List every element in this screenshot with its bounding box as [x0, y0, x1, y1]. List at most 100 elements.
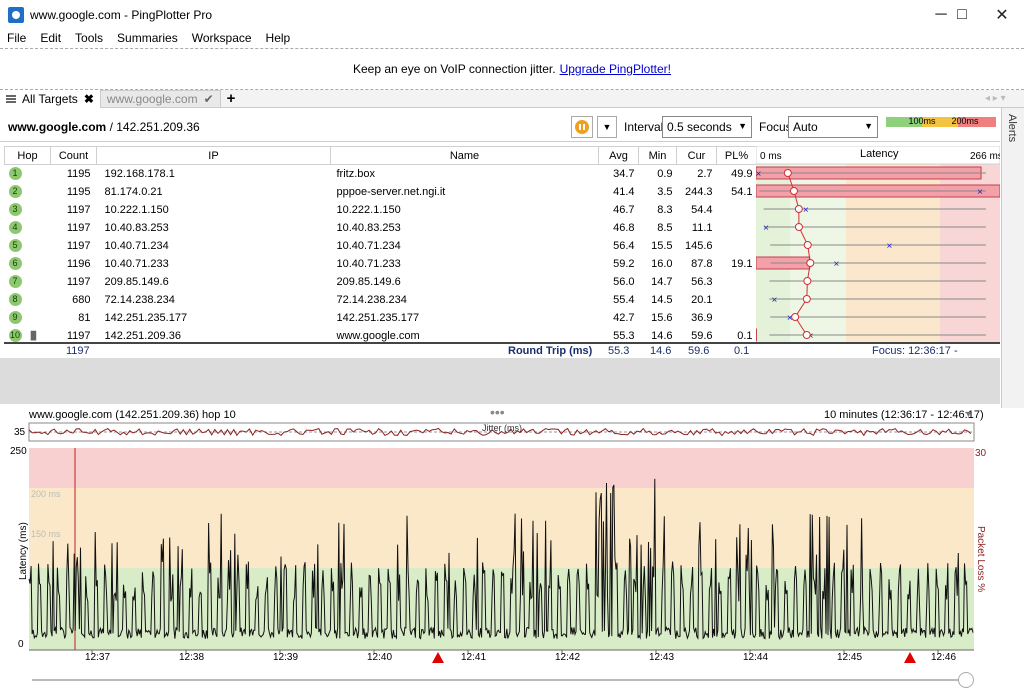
- col-count[interactable]: Count: [50, 146, 97, 165]
- col-min[interactable]: Min: [638, 146, 677, 165]
- menu-file[interactable]: File: [0, 30, 33, 48]
- close-button[interactable]: ✕: [979, 0, 1024, 30]
- name-value: pppoe-server.net.ngi.it: [336, 185, 446, 198]
- avg-value: 56.0: [613, 275, 635, 288]
- cell-name: 10.40.71.233: [331, 255, 599, 273]
- close-tab-icon[interactable]: ✖: [84, 92, 94, 106]
- pl-value: 49.9: [731, 167, 753, 180]
- name-value: 10.40.71.233: [336, 257, 401, 270]
- cell-min: 8.5: [639, 219, 677, 237]
- pause-button[interactable]: [571, 116, 593, 138]
- window-title: www.google.com - PingPlotter Pro: [30, 8, 213, 22]
- x-tick-label: 12:43: [649, 652, 674, 663]
- table-row[interactable]: 1 1195 192.168.178.1 fritz.box 34.7 0.9 2.7 49.…: [5, 165, 757, 183]
- table-row[interactable]: 9 81 142.251.235.177 142.251.235.177 42.7 15.…: [5, 309, 757, 327]
- pingplotter-icon: [8, 7, 24, 23]
- cell-ip: 142.251.235.177: [97, 309, 331, 327]
- time-scrollbar[interactable]: [32, 679, 972, 681]
- bar-chart-icon[interactable]: ▐▌: [26, 331, 39, 340]
- table-row[interactable]: 2 1195 81.174.0.21 pppoe-server.net.ngi.it 4…: [5, 183, 757, 201]
- menu-help[interactable]: Help: [259, 30, 298, 48]
- avg-value: 59.2: [613, 257, 635, 270]
- min-value: 0.9: [657, 167, 673, 180]
- interval-label: Interval: [624, 120, 664, 134]
- x-tick-label: 12:40: [367, 652, 392, 663]
- col-avg[interactable]: Avg: [598, 146, 639, 165]
- min-value: 16.0: [651, 257, 673, 270]
- cell-count: 1197: [51, 201, 97, 219]
- menu-edit[interactable]: Edit: [33, 30, 68, 48]
- hop-badge: 2: [8, 185, 22, 198]
- y-axis-label: Latency (ms): [18, 522, 29, 580]
- average-latency-point: [803, 241, 812, 249]
- upgrade-link[interactable]: Upgrade PingPlotter!: [560, 62, 671, 76]
- tab-scroll-arrows-icon[interactable]: ◂ ▸ ▾: [985, 93, 1006, 104]
- col-ip[interactable]: IP: [96, 146, 331, 165]
- cell-avg: 55.4: [599, 291, 639, 309]
- cur-value: 59.6: [691, 329, 713, 342]
- y2-axis-label: Packet Loss %: [975, 526, 986, 592]
- focus-select[interactable]: Auto ▼: [788, 116, 878, 138]
- cell-name: 10.40.83.253: [331, 219, 599, 237]
- cur-value: 54.4: [691, 203, 713, 216]
- col-pl[interactable]: PL%: [716, 146, 757, 165]
- min-value: 14.7: [651, 275, 673, 288]
- cell-name: 209.85.149.6: [331, 273, 599, 291]
- menu-tools[interactable]: Tools: [68, 30, 110, 48]
- hop-badge: 10: [8, 329, 22, 342]
- hop-badge: 3: [8, 203, 22, 216]
- col-hop[interactable]: Hop: [4, 146, 51, 165]
- x-tick-label: 12:39: [273, 652, 298, 663]
- tab-label: www.google.com: [106, 91, 198, 106]
- table-row[interactable]: 3 1197 10.222.1.150 10.222.1.150 46.7 8.3 54.4: [5, 201, 757, 219]
- table-row[interactable]: 7 1197 209.85.149.6 209.85.149.6 56.0 14.7 56.…: [5, 273, 757, 291]
- cell-ip: 72.14.238.234: [97, 291, 331, 309]
- interval-select[interactable]: 0.5 seconds ▼: [662, 116, 752, 138]
- table-row[interactable]: 8 680 72.14.238.234 72.14.238.234 55.4 14.5 20…: [5, 291, 757, 309]
- cell-count: 1197: [51, 237, 97, 255]
- alerts-panel[interactable]: Alerts: [1001, 108, 1024, 408]
- cell-hop: 8: [5, 291, 51, 309]
- x-tick-label: 12:45: [837, 652, 862, 663]
- cell-min: 15.5: [639, 237, 677, 255]
- menu-summaries[interactable]: Summaries: [110, 30, 185, 48]
- name-value: 209.85.149.6: [336, 275, 401, 288]
- table-row[interactable]: 4 1197 10.40.83.253 10.40.83.253 46.8 8.5 11.1: [5, 219, 757, 237]
- target-host: www.google.com: [8, 120, 107, 134]
- count-value: 680: [72, 293, 91, 306]
- cell-cur: 145.6: [677, 237, 717, 255]
- average-latency-point: [794, 205, 803, 213]
- summary-count: 1197: [66, 345, 90, 357]
- name-value: 142.251.235.177: [336, 311, 420, 324]
- min-value: 8.5: [657, 221, 673, 234]
- add-tab-button[interactable]: +: [227, 90, 236, 107]
- hop-badge: 5: [8, 239, 22, 252]
- range-dropdown-icon[interactable]: ▼: [964, 409, 973, 419]
- empty-area: [0, 358, 1000, 404]
- col-name[interactable]: Name: [330, 146, 599, 165]
- average-latency-point: [803, 277, 812, 285]
- check-icon: ✔: [203, 91, 214, 106]
- cell-min: 3.5: [639, 183, 677, 201]
- pause-dropdown-button[interactable]: ▼: [597, 116, 617, 138]
- col-cur[interactable]: Cur: [676, 146, 717, 165]
- cell-count: 1197: [51, 219, 97, 237]
- cell-name: 72.14.238.234: [331, 291, 599, 309]
- cell-avg: 56.0: [599, 273, 639, 291]
- cell-avg: 46.8: [599, 219, 639, 237]
- table-row[interactable]: 5 1197 10.40.71.234 10.40.71.234 56.4 15.5 145…: [5, 237, 757, 255]
- summary-cur: 59.6: [688, 345, 710, 357]
- pl-value: 0.1: [737, 329, 753, 342]
- chevron-down-icon: ▼: [602, 122, 612, 132]
- upgrade-banner: Keep an eye on VoIP connection jitter. U…: [0, 48, 1024, 90]
- splitter-handle[interactable]: •••: [490, 404, 505, 420]
- table-row[interactable]: 6 1196 10.40.71.233 10.40.71.233 59.2 16.0 87.…: [5, 255, 757, 273]
- current-latency-mark: ×: [887, 241, 893, 252]
- time-scroll-thumb[interactable]: [958, 672, 974, 688]
- tab-google[interactable]: www.google.com ✔: [99, 89, 221, 108]
- timeline-graph: 35 Jitter (ms) 250 200 ms 150 ms 0 30 La…: [10, 422, 987, 663]
- avg-value: 55.4: [613, 293, 635, 306]
- average-latency-point: [791, 313, 800, 321]
- tab-all-targets[interactable]: All Targets ✖: [0, 89, 100, 108]
- menu-workspace[interactable]: Workspace: [185, 30, 259, 48]
